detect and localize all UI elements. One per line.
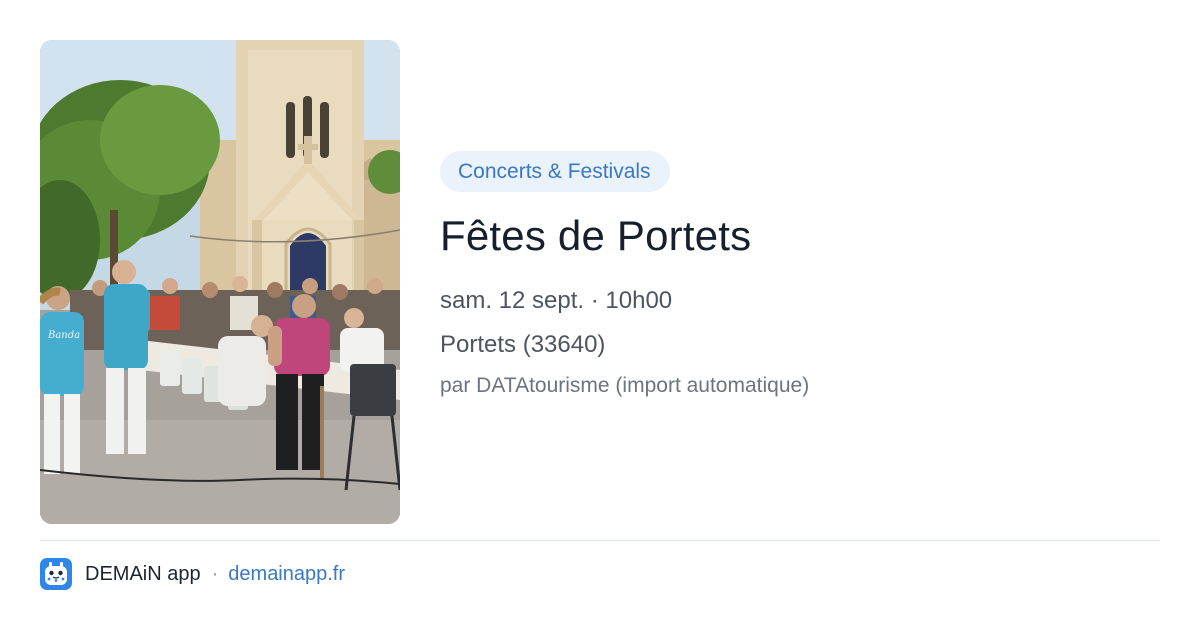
- svg-text:Banda: Banda: [47, 330, 80, 341]
- event-info: Concerts & Festivals Fêtes de Portets sa…: [440, 151, 1160, 401]
- event-source: par DATAtourisme (import automatique): [440, 374, 810, 397]
- footer: DEMAiN app · demainapp.fr: [40, 558, 345, 590]
- demain-app-logo-icon: [40, 558, 72, 590]
- event-title: Fêtes de Portets: [440, 212, 752, 259]
- event-date: sam. 12 sept. · 10h00: [440, 287, 673, 314]
- app-website-link[interactable]: demainapp.fr: [228, 563, 345, 586]
- footer-separator: ·: [211, 562, 219, 585]
- event-location: Portets (33640): [440, 331, 606, 358]
- event-photo: Banda: [40, 40, 400, 524]
- app-name: DEMAiN app: [85, 562, 201, 585]
- footer-divider: [40, 540, 1160, 541]
- category-badge[interactable]: Concerts & Festivals: [440, 151, 670, 192]
